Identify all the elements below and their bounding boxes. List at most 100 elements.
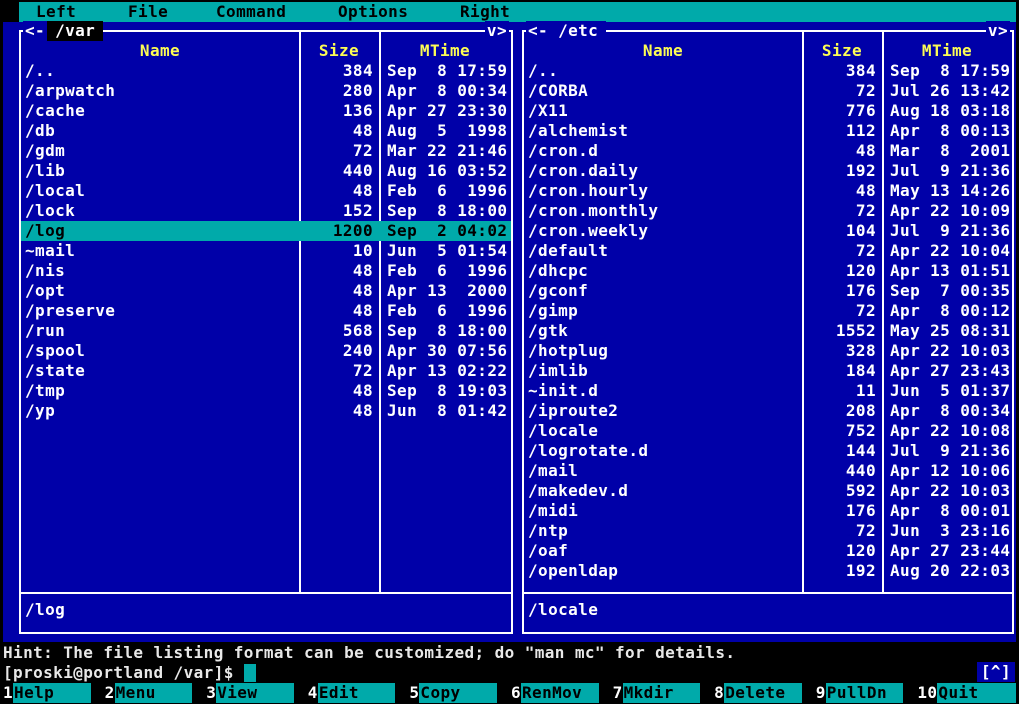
- file-row[interactable]: /cron.d48Mar 8 2001: [524, 141, 1012, 161]
- file-row[interactable]: /alchemist112Apr 8 00:13: [524, 121, 1012, 141]
- file-mtime: Feb 6 1996: [379, 181, 511, 201]
- file-row[interactable]: /cron.hourly48May 13 14:26: [524, 181, 1012, 201]
- history-back-arrow[interactable]: <-: [526, 21, 550, 41]
- fkey-number: 8: [714, 683, 724, 703]
- file-mtime: Apr 8 00:34: [882, 401, 1012, 421]
- file-row[interactable]: /hotplug328Apr 22 10:03: [524, 341, 1012, 361]
- file-row[interactable]: /CORBA72Jul 26 13:42: [524, 81, 1012, 101]
- file-size: 192: [802, 161, 882, 181]
- fkey-edit-button[interactable]: 4Edit: [308, 683, 410, 703]
- file-row[interactable]: /lib440Aug 16 03:52: [21, 161, 511, 181]
- file-size: 48: [299, 401, 379, 421]
- file-row[interactable]: /gimp72Apr 8 00:12: [524, 301, 1012, 321]
- right-panel-path[interactable]: /etc: [550, 21, 606, 41]
- fkey-view-button[interactable]: 3View: [206, 683, 308, 703]
- menu-item-file[interactable]: File: [128, 2, 168, 22]
- fkey-renmov-button[interactable]: 6RenMov: [511, 683, 613, 703]
- fkey-number: 9: [816, 683, 826, 703]
- fkey-mkdir-button[interactable]: 7Mkdir: [613, 683, 715, 703]
- file-row[interactable]: /yp48Jun 8 01:42: [21, 401, 511, 421]
- file-row[interactable]: /local48Feb 6 1996: [21, 181, 511, 201]
- file-row[interactable]: /tmp48Sep 8 19:03: [21, 381, 511, 401]
- file-row[interactable]: /cron.daily192Jul 9 21:36: [524, 161, 1012, 181]
- file-size: 10: [299, 241, 379, 261]
- left-file-list: /..384Sep 8 17:59/arpwatch280Apr 8 00:34…: [21, 61, 511, 592]
- scrollback-indicator[interactable]: [^]: [977, 662, 1015, 682]
- file-size: 112: [802, 121, 882, 141]
- file-mtime: Apr 8 00:01: [882, 501, 1012, 521]
- file-row[interactable]: /imlib184Apr 27 23:43: [524, 361, 1012, 381]
- fkey-delete-button[interactable]: 8Delete: [714, 683, 816, 703]
- file-name: /alchemist: [524, 121, 802, 141]
- column-header-name[interactable]: Name: [524, 41, 802, 61]
- menu-item-right[interactable]: Right: [460, 2, 510, 22]
- file-name: /log: [21, 221, 299, 241]
- file-name: /gconf: [524, 281, 802, 301]
- file-name: /cron.d: [524, 141, 802, 161]
- file-row[interactable]: /gdm72Mar 22 21:46: [21, 141, 511, 161]
- file-row[interactable]: /locale752Apr 22 10:08: [524, 421, 1012, 441]
- file-row[interactable]: /cron.weekly104Jul 9 21:36: [524, 221, 1012, 241]
- file-mtime: Jul 9 21:36: [882, 441, 1012, 461]
- file-mtime: Sep 7 00:35: [882, 281, 1012, 301]
- history-back-arrow[interactable]: <-: [23, 21, 47, 41]
- column-header-mtime[interactable]: MTime: [379, 41, 511, 61]
- file-row[interactable]: /logrotate.d144Jul 9 21:36: [524, 441, 1012, 461]
- fkey-quit-button[interactable]: 10Quit: [917, 683, 1019, 703]
- file-row[interactable]: /state72Apr 13 02:22: [21, 361, 511, 381]
- file-row[interactable]: ~init.d11Jun 5 01:37: [524, 381, 1012, 401]
- history-dropdown-arrow[interactable]: v>: [485, 21, 509, 41]
- column-header-size[interactable]: Size: [802, 41, 882, 61]
- file-row[interactable]: /makedev.d592Apr 22 10:03: [524, 481, 1012, 501]
- file-row[interactable]: /run568Sep 8 18:00: [21, 321, 511, 341]
- file-row[interactable]: /gconf176Sep 7 00:35: [524, 281, 1012, 301]
- fkey-help-button[interactable]: 1Help: [3, 683, 105, 703]
- file-row[interactable]: /oaf120Apr 27 23:44: [524, 541, 1012, 561]
- file-row[interactable]: /iproute2208Apr 8 00:34: [524, 401, 1012, 421]
- file-row[interactable]: /mail440Apr 12 10:06: [524, 461, 1012, 481]
- midnight-commander-screen: Left File Command Options Right <- /var …: [0, 0, 1019, 704]
- file-row[interactable]: /X11776Aug 18 03:18: [524, 101, 1012, 121]
- file-mtime: Apr 22 10:03: [882, 481, 1012, 501]
- file-mtime: Apr 12 10:06: [882, 461, 1012, 481]
- column-header-name[interactable]: Name: [21, 41, 299, 61]
- file-row[interactable]: /default72Apr 22 10:04: [524, 241, 1012, 261]
- file-name: /hotplug: [524, 341, 802, 361]
- fkey-pulldn-button[interactable]: 9PullDn: [816, 683, 918, 703]
- command-prompt[interactable]: [proski@portland /var]$: [3, 663, 256, 683]
- file-row[interactable]: /gtk1552May 25 08:31: [524, 321, 1012, 341]
- file-row[interactable]: /log1200Sep 2 04:02: [21, 221, 511, 241]
- column-header-mtime[interactable]: MTime: [882, 41, 1012, 61]
- file-row[interactable]: /dhcpc120Apr 13 01:51: [524, 261, 1012, 281]
- right-file-list: /..384Sep 8 17:59/CORBA72Jul 26 13:42/X1…: [524, 61, 1012, 592]
- file-row[interactable]: /spool240Apr 30 07:56: [21, 341, 511, 361]
- file-row[interactable]: /cron.monthly72Apr 22 10:09: [524, 201, 1012, 221]
- file-row[interactable]: /arpwatch280Apr 8 00:34: [21, 81, 511, 101]
- menu-item-options[interactable]: Options: [338, 2, 408, 22]
- file-row[interactable]: /opt48Apr 13 2000: [21, 281, 511, 301]
- menu-item-left[interactable]: Left: [36, 2, 76, 22]
- column-header-size[interactable]: Size: [299, 41, 379, 61]
- file-row[interactable]: /midi176Apr 8 00:01: [524, 501, 1012, 521]
- file-row[interactable]: /db48Aug 5 1998: [21, 121, 511, 141]
- history-dropdown-arrow[interactable]: v>: [986, 21, 1010, 41]
- right-panel-title: <- /etc v>: [526, 21, 1010, 41]
- file-row[interactable]: /..384Sep 8 17:59: [21, 61, 511, 81]
- file-row[interactable]: /openldap192Aug 20 22:03: [524, 561, 1012, 581]
- file-row[interactable]: /preserve48Feb 6 1996: [21, 301, 511, 321]
- file-mtime: May 13 14:26: [882, 181, 1012, 201]
- file-row[interactable]: /cache136Apr 27 23:30: [21, 101, 511, 121]
- file-row[interactable]: /ntp72Jun 3 23:16: [524, 521, 1012, 541]
- file-mtime: Sep 8 17:59: [379, 61, 511, 81]
- file-row[interactable]: ~mail10Jun 5 01:54: [21, 241, 511, 261]
- left-panel-path[interactable]: /var: [47, 21, 103, 41]
- menu-item-command[interactable]: Command: [216, 2, 286, 22]
- file-row[interactable]: /..384Sep 8 17:59: [524, 61, 1012, 81]
- file-size: 48: [299, 281, 379, 301]
- file-row[interactable]: /nis48Feb 6 1996: [21, 261, 511, 281]
- file-row[interactable]: /lock152Sep 8 18:00: [21, 201, 511, 221]
- fkey-copy-button[interactable]: 5Copy: [409, 683, 511, 703]
- fkey-menu-button[interactable]: 2Menu: [105, 683, 207, 703]
- file-name: /makedev.d: [524, 481, 802, 501]
- fkey-label: View: [216, 683, 294, 703]
